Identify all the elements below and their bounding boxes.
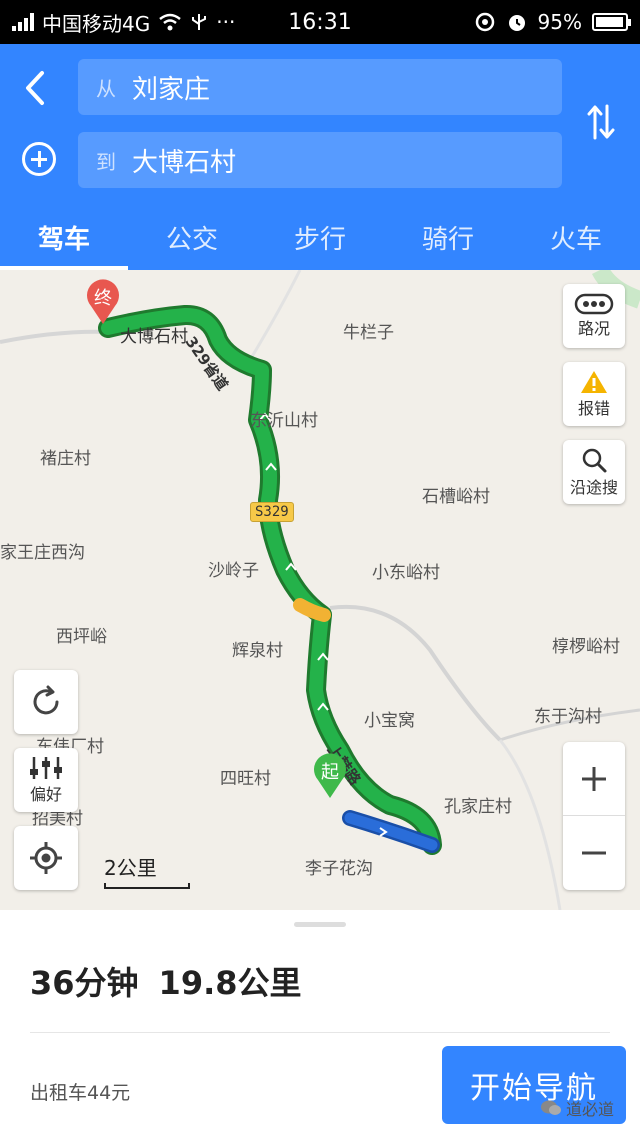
- tab-drive[interactable]: 驾车: [0, 214, 128, 270]
- place-label: 四旺村: [220, 769, 271, 789]
- route-summary: 36分钟 19.8公里: [30, 958, 302, 1004]
- carrier-label: 中国移动4G: [42, 11, 151, 36]
- place-label: 沙岭子: [208, 561, 259, 581]
- taxi-fare: 出租车44元: [30, 1082, 131, 1104]
- origin-prefix: 从: [96, 76, 116, 101]
- destination-value: 大博石村: [132, 147, 237, 178]
- search-icon: [582, 448, 607, 473]
- battery-percent: 95%: [537, 10, 582, 34]
- origin-field[interactable]: 从 刘家庄: [78, 59, 562, 115]
- swap-icon: [587, 104, 615, 140]
- warning-icon: [581, 371, 607, 393]
- route-distance: 19.8公里: [158, 964, 302, 1002]
- preference-label: 偏好: [29, 785, 62, 804]
- drag-handle[interactable]: [294, 922, 346, 927]
- watermark: 道必道: [540, 1096, 614, 1120]
- alarm-icon: [508, 15, 525, 31]
- tab-bike[interactable]: 骑行: [384, 214, 512, 270]
- origin-marker[interactable]: 起: [310, 750, 350, 800]
- place-label: 小东峪村: [372, 563, 440, 583]
- search-along-button[interactable]: 沿途搜: [563, 440, 625, 504]
- report-error-button[interactable]: 报错: [563, 362, 625, 426]
- usb-icon: [192, 14, 207, 30]
- origin-value: 刘家庄: [132, 74, 211, 105]
- route-header: 从 刘家庄 到 大博石村 驾车 公交 步行 骑行 火车: [0, 44, 640, 270]
- divider: [30, 1032, 610, 1033]
- place-label: 椁椤峪村: [552, 637, 620, 657]
- status-bar: 中国移动4G ··· 16:31 95%: [0, 0, 640, 44]
- place-label: 牛栏子: [343, 323, 394, 343]
- place-label: 大博石村: [120, 327, 188, 347]
- sliders-icon: [30, 757, 62, 779]
- place-label: 辉泉村: [232, 641, 283, 661]
- map-view[interactable]: 大博石村 牛栏子 东沂山村 褚庄村 石槽峪村 家王庄西沟 沙岭子 小东峪村 西坪…: [0, 270, 640, 910]
- swap-button[interactable]: [586, 102, 616, 142]
- locate-button[interactable]: [14, 826, 78, 890]
- zoom-out-button[interactable]: [563, 816, 625, 890]
- zoom-control: [563, 742, 625, 890]
- traffic-button[interactable]: 路况: [563, 284, 625, 348]
- marker-label: 起: [321, 762, 339, 783]
- battery-icon: [592, 13, 631, 31]
- scale-bar: [104, 883, 190, 889]
- place-label: 李子花沟: [305, 859, 373, 879]
- marker-label: 终: [94, 288, 112, 309]
- zoom-in-button[interactable]: [563, 742, 625, 816]
- place-label: 东于沟村: [534, 707, 602, 727]
- place-label: 孔家庄村: [444, 797, 512, 817]
- traffic-label: 路况: [577, 319, 610, 338]
- destination-marker[interactable]: 终: [83, 276, 123, 326]
- wechat-icon: [541, 1100, 561, 1115]
- travel-mode-tabs: 驾车 公交 步行 骑行 火车: [0, 214, 640, 270]
- watermark-text: 道必道: [566, 1100, 615, 1119]
- destination-prefix: 到: [96, 149, 116, 174]
- map-scale: 2公里: [104, 852, 190, 889]
- wifi-icon: [159, 13, 182, 31]
- back-button[interactable]: [18, 66, 52, 110]
- place-label: 褚庄村: [40, 449, 91, 469]
- refresh-button[interactable]: [14, 670, 78, 734]
- map-canvas: [0, 270, 640, 910]
- road-shield: S329: [250, 502, 294, 522]
- chevron-left-icon: [26, 71, 44, 105]
- add-waypoint-button[interactable]: [22, 142, 56, 176]
- route-summary-panel: 36分钟 19.8公里 出租车44元 开始导航 道必道: [0, 910, 640, 1138]
- tab-bus[interactable]: 公交: [128, 214, 256, 270]
- plus-icon: [582, 766, 606, 791]
- place-label: 西坪峪: [56, 627, 107, 647]
- refresh-icon: [33, 685, 59, 715]
- more-icon: ···: [216, 10, 236, 34]
- route-duration: 36分钟: [30, 964, 139, 1002]
- tab-train[interactable]: 火车: [512, 214, 640, 270]
- place-label: 小宝窝: [364, 711, 415, 731]
- status-right: 95%: [474, 10, 631, 34]
- place-label: 石槽峪村: [422, 487, 490, 507]
- minus-icon: [582, 851, 606, 855]
- battery-fill: [596, 17, 623, 27]
- search-along-label: 沿途搜: [569, 478, 618, 497]
- report-label: 报错: [577, 399, 610, 418]
- destination-field[interactable]: 到 大博石村: [78, 132, 562, 188]
- scale-label: 2公里: [104, 856, 157, 880]
- preference-button[interactable]: 偏好: [14, 748, 78, 812]
- locate-icon: [30, 842, 62, 874]
- place-label: 东沂山村: [250, 411, 318, 431]
- location-icon: [475, 12, 494, 32]
- status-left: 中国移动4G ···: [12, 8, 235, 37]
- tab-walk[interactable]: 步行: [256, 214, 384, 270]
- traffic-icon: [574, 293, 614, 315]
- signal-icon: [12, 13, 34, 31]
- place-label: 家王庄西沟: [0, 543, 85, 563]
